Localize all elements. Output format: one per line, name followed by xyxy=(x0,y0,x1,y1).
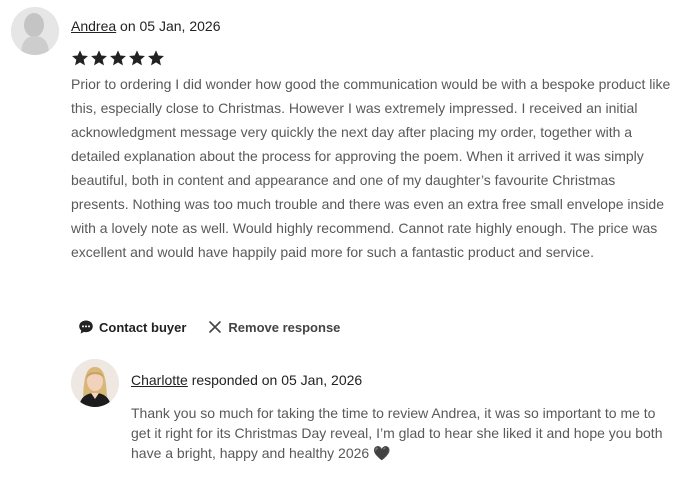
reviewer-name-link[interactable]: Andrea xyxy=(71,18,116,34)
review-date-prefix: on xyxy=(116,18,140,34)
seller-name-link[interactable]: Charlotte xyxy=(131,372,188,388)
close-icon xyxy=(209,321,222,333)
star-icon xyxy=(110,50,126,66)
review-date: 05 Jan, 2026 xyxy=(139,18,221,34)
seller-avatar xyxy=(71,359,119,407)
response-date: 05 Jan, 2026 xyxy=(281,372,363,388)
chat-bubble-icon xyxy=(79,320,93,334)
contact-buyer-label: Contact buyer xyxy=(99,319,187,335)
review-header: Andrea on 05 Jan, 2026 xyxy=(71,18,220,34)
star-icon xyxy=(148,50,164,66)
reviewer-avatar xyxy=(11,7,59,55)
response-header: Charlotte responded on 05 Jan, 2026 xyxy=(131,372,362,388)
star-rating xyxy=(71,49,165,67)
response-date-prefix: responded on xyxy=(187,372,282,388)
contact-buyer-button[interactable]: Contact buyer xyxy=(78,319,186,335)
review-actions: Contact buyer Remove response xyxy=(78,319,340,335)
remove-response-button[interactable]: Remove response xyxy=(208,320,340,335)
star-icon xyxy=(91,50,107,66)
star-icon xyxy=(129,50,145,66)
default-user-icon xyxy=(11,7,59,55)
remove-response-label: Remove response xyxy=(228,319,341,335)
review-text: Prior to ordering I did wonder how good … xyxy=(71,76,671,260)
seller-photo xyxy=(71,359,119,407)
response-text: Thank you so much for taking the time to… xyxy=(131,405,663,461)
star-icon xyxy=(72,50,88,66)
